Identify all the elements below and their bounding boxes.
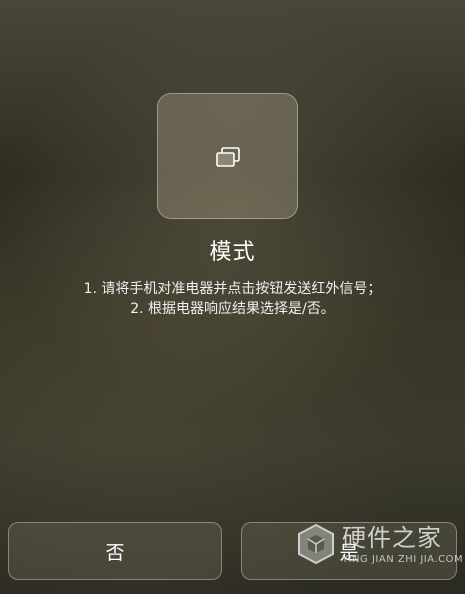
- mode-title: 模式: [209, 240, 256, 265]
- instructions: 1. 请将手机对准电器并点击按钮发送红外信号； 2. 根据电器响应结果选择是/否…: [0, 279, 465, 319]
- mode-test-button[interactable]: [157, 93, 298, 219]
- no-button[interactable]: 否: [8, 522, 222, 580]
- copy-windows-icon: [216, 147, 240, 167]
- yes-button[interactable]: 是: [241, 522, 457, 580]
- instruction-line-2: 2. 根据电器响应结果选择是/否。: [130, 301, 335, 317]
- instruction-line-1: 1. 请将手机对准电器并点击按钮发送红外信号；: [83, 281, 382, 297]
